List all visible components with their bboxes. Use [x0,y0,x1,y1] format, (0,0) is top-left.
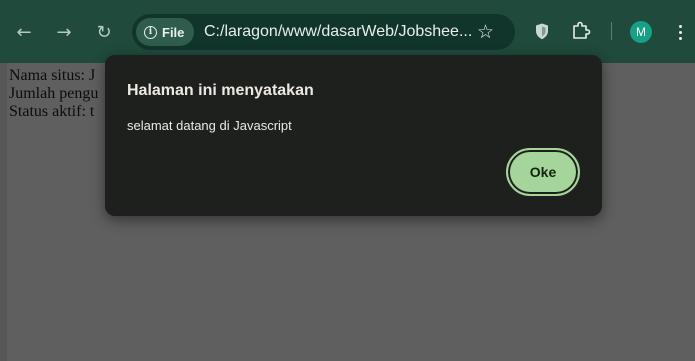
bookmark-star-icon[interactable]: ☆ [477,21,494,43]
browser-toolbar: ← → ↻ i File C:/laragon/www/dasarWeb/Job… [0,0,695,63]
ok-button[interactable]: Oke [506,148,580,196]
alert-dialog: Halaman ini menyatakan selamat datang di… [105,55,602,216]
site-info-label: File [162,24,185,40]
info-icon: i [144,25,157,39]
active-status-line: Status aktif: t [9,103,95,120]
browser-window: ← → ↻ i File C:/laragon/www/dasarWeb/Job… [0,0,695,361]
reload-icon[interactable]: ↻ [92,20,116,44]
extensions-puzzle-icon[interactable] [571,20,591,40]
page-text: Nama situs: J Jumlah pengu Status aktif:… [9,67,98,121]
site-info-chip[interactable]: i File [136,18,195,46]
profile-avatar[interactable]: M [630,21,652,43]
site-name-line: Nama situs: J [9,67,96,84]
back-arrow-icon[interactable]: ← [12,20,36,44]
more-options-icon[interactable] [676,21,684,43]
dialog-message: selamat datang di Javascript [127,118,292,133]
dialog-title: Halaman ini menyatakan [127,82,314,99]
user-count-line: Jumlah pengu [9,85,99,102]
toolbar-divider [611,22,612,40]
shield-icon[interactable] [535,23,549,40]
forward-arrow-icon[interactable]: → [52,20,76,44]
url-text[interactable]: C:/laragon/www/dasarWeb/Jobshee... [204,23,472,41]
address-bar[interactable]: i File C:/laragon/www/dasarWeb/Jobshee..… [132,14,515,50]
